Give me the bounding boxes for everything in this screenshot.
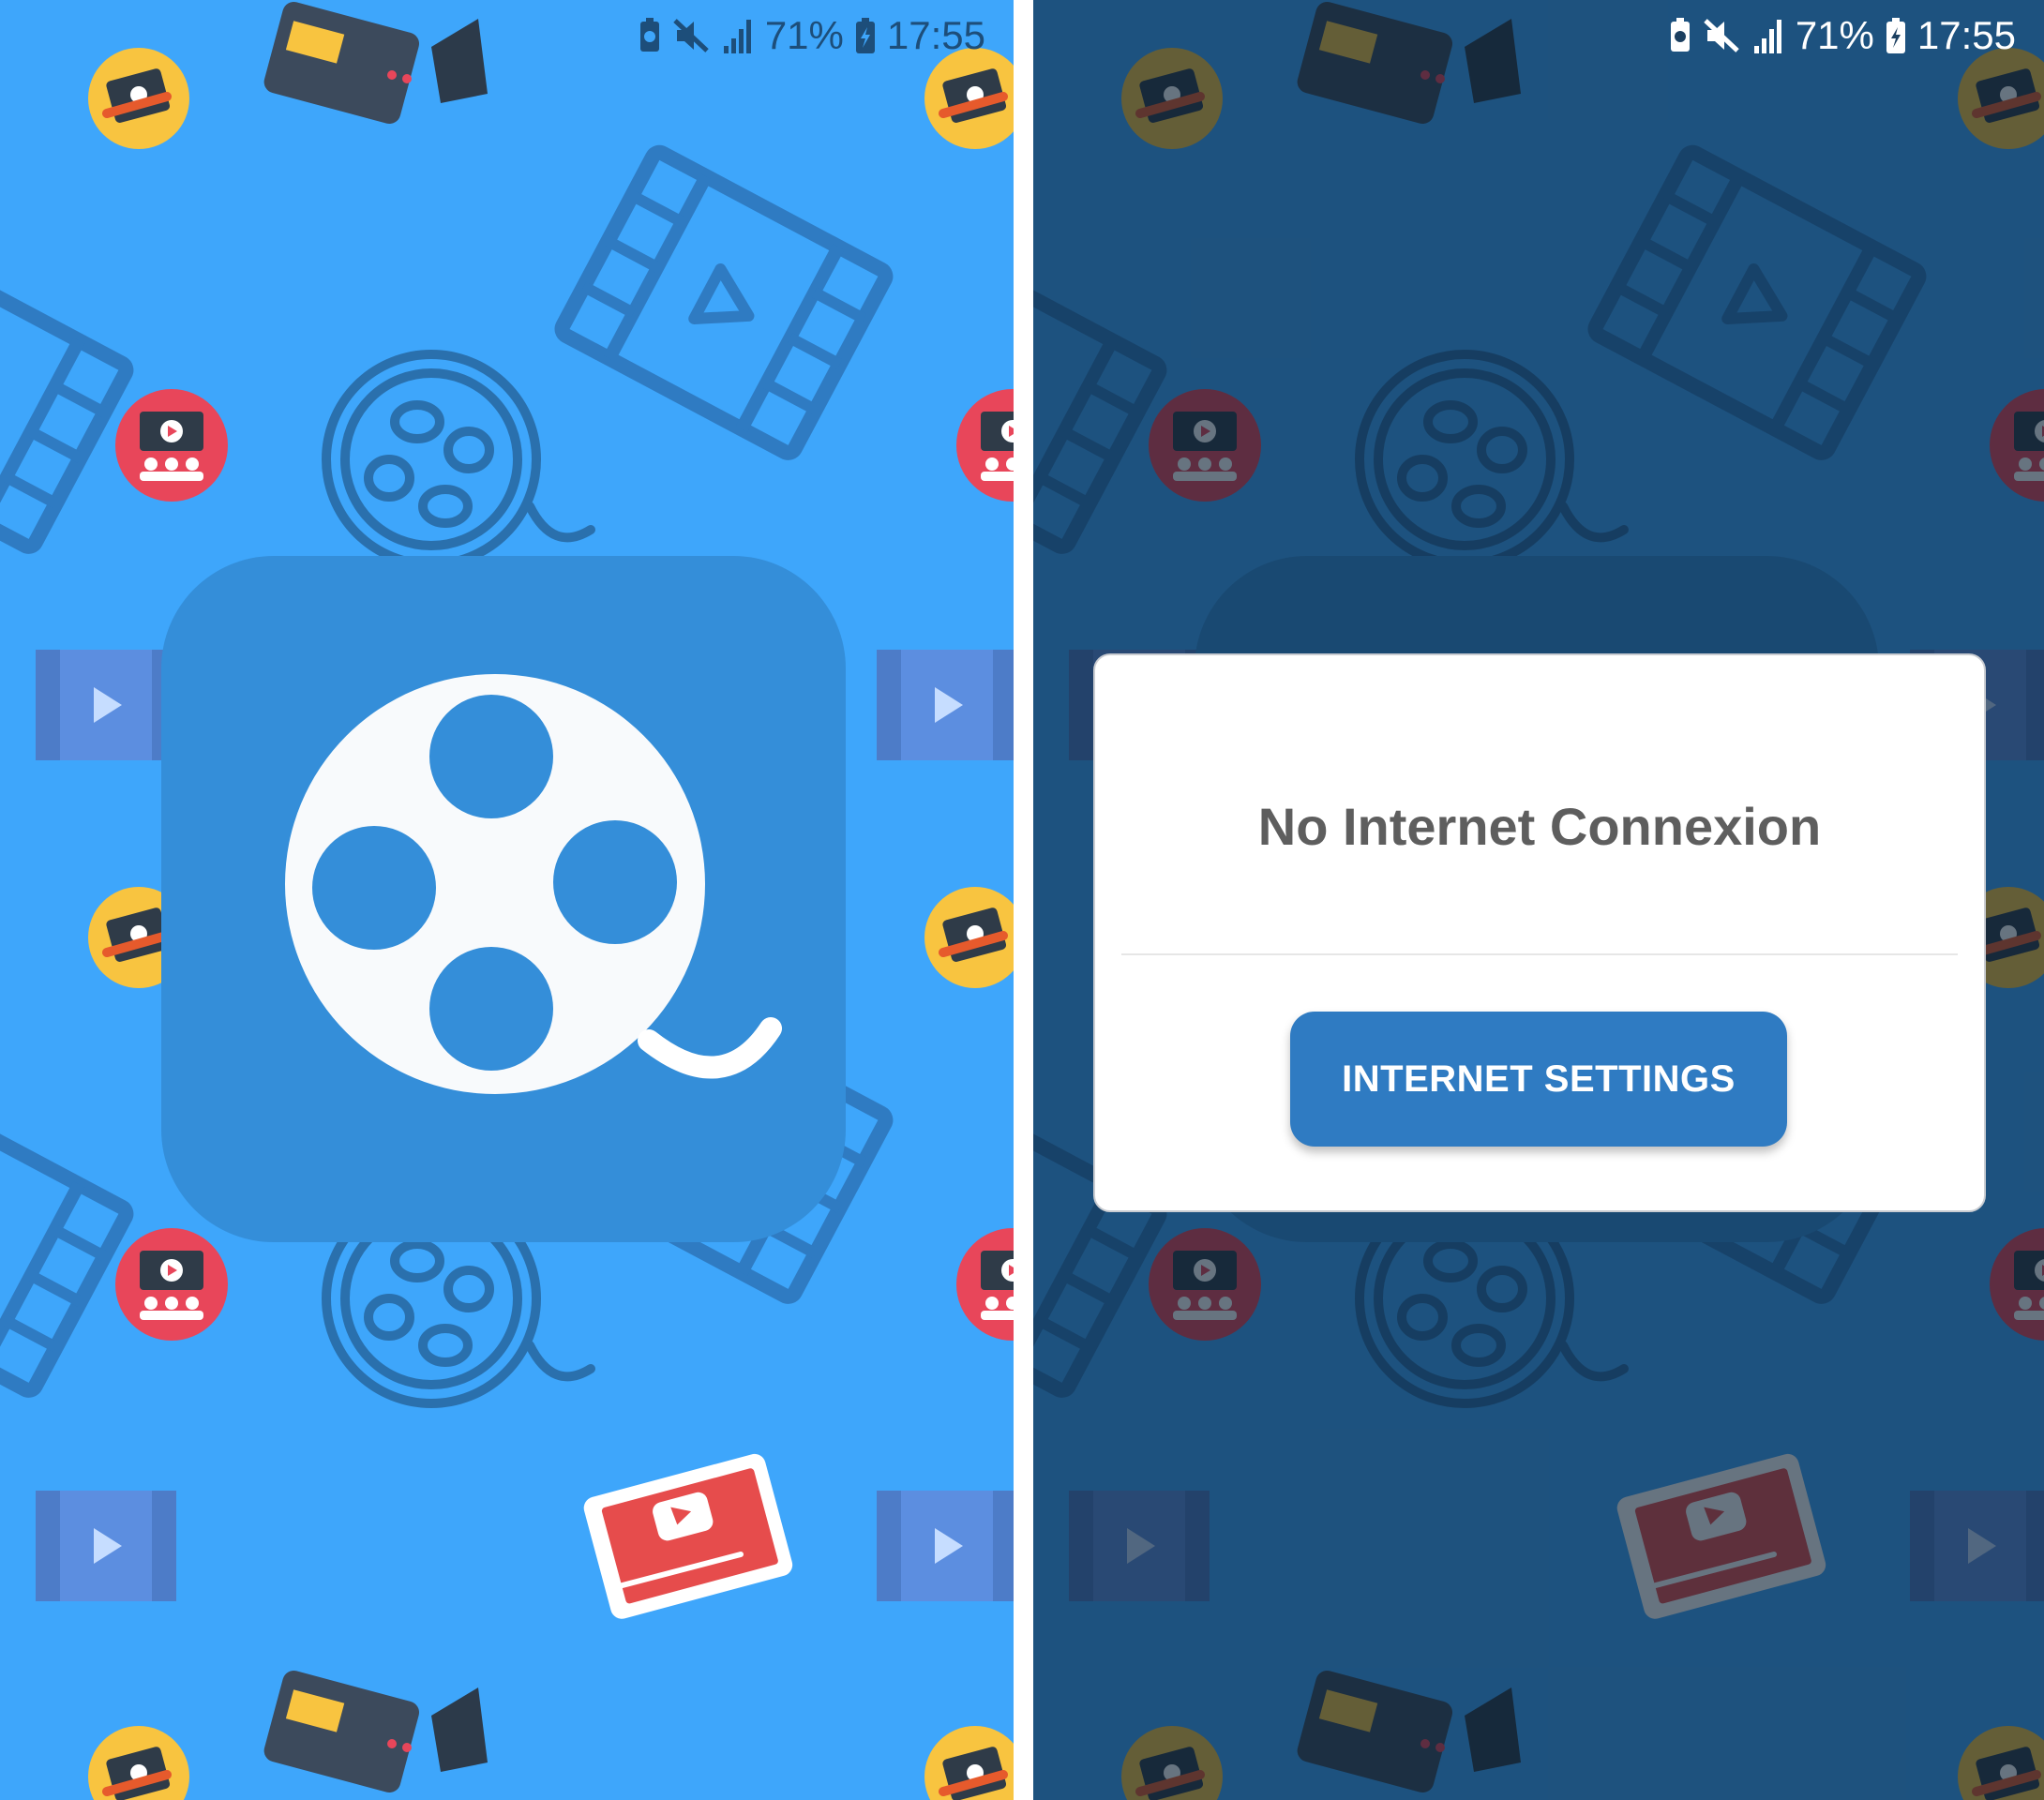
battery-percent: 71% — [1795, 13, 1874, 57]
mute-icon — [673, 17, 711, 54]
dialog-divider — [1121, 953, 1958, 955]
clock: 17:55 — [1916, 13, 2016, 57]
screen-divider — [1014, 0, 1033, 1800]
signal-icon — [722, 18, 754, 53]
charging-battery-icon — [855, 18, 876, 53]
film-reel-icon — [285, 674, 782, 1094]
no-internet-screen: 71% 17:55 No Internet Connexion INTERNET… — [1033, 0, 2044, 1800]
charging-battery-icon — [1886, 18, 1906, 53]
app-logo-tile — [161, 556, 846, 1242]
no-internet-dialog: No Internet Connexion INTERNET SETTINGS — [1093, 653, 1986, 1212]
splash-screen: 71% 17:55 — [0, 0, 1014, 1800]
dialog-title: No Internet Connexion — [1257, 797, 1822, 856]
battery-percent: 71% — [764, 13, 844, 57]
battery-saver-icon — [638, 18, 662, 53]
status-bar: 71% 17:55 — [1668, 8, 2016, 64]
signal-icon — [1752, 18, 1784, 53]
clock: 17:55 — [886, 13, 985, 57]
internet-settings-button[interactable]: INTERNET SETTINGS — [1290, 1012, 1787, 1147]
status-bar: 71% 17:55 — [638, 8, 985, 64]
battery-saver-icon — [1668, 18, 1692, 53]
mute-icon — [1704, 17, 1741, 54]
